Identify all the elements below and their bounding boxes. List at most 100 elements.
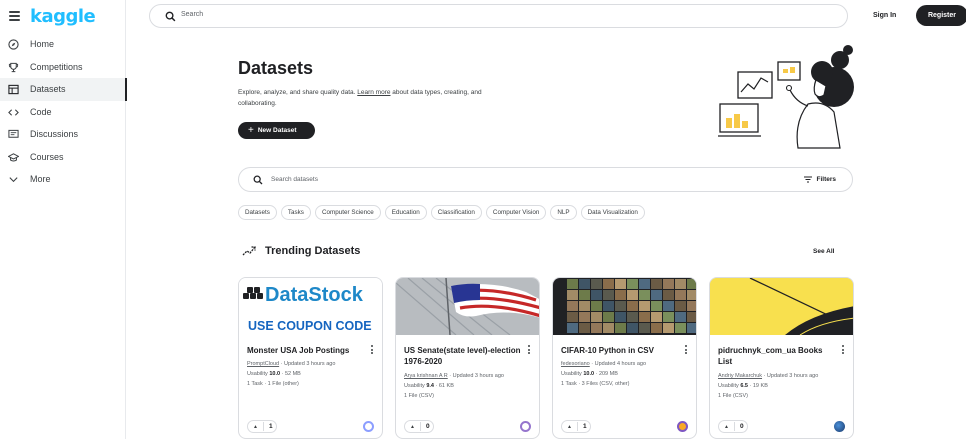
chip-computer-science[interactable]: Computer Science — [314, 205, 381, 220]
usability-score: 6.5 — [740, 383, 748, 389]
search-placeholder: Search — [181, 11, 204, 18]
vote-count: 1 — [268, 423, 273, 430]
table-icon — [8, 84, 19, 95]
cifar-tile — [579, 290, 590, 300]
chip-tasks[interactable]: Tasks — [280, 205, 311, 220]
sidebar-item-label: Discussions — [30, 129, 79, 140]
dataset-meta-usability: Usability 10.0 · 52 MB — [247, 371, 301, 377]
cifar-tile — [627, 290, 638, 300]
chip-nlp[interactable]: NLP — [550, 205, 577, 220]
dataset-size: 209 MB — [598, 371, 618, 377]
author-link[interactable]: Andriy Makarchuk — [718, 373, 762, 379]
dataset-title[interactable]: pidruchnyk_com_ua Books List — [718, 345, 838, 367]
cifar-tile — [591, 301, 602, 311]
dataset-card[interactable]: CIFAR-10 Python in CSV fedesoriano · Upd… — [552, 277, 697, 439]
author-link[interactable]: PromptCloud — [247, 361, 279, 367]
cifar-tile — [579, 301, 590, 311]
author-link[interactable]: fedesoriano — [561, 361, 590, 367]
us-flag-image — [396, 278, 539, 335]
medal-badge-icon — [520, 421, 531, 432]
cifar-tile — [591, 323, 602, 333]
more-options-icon[interactable] — [371, 345, 374, 354]
learn-more-link[interactable]: Learn more — [357, 89, 390, 96]
dataset-meta-usability: Usability 9.4 · 61 KB — [404, 383, 454, 389]
upvote-button[interactable]: ▲ 1 — [561, 420, 591, 433]
cifar-tile — [603, 279, 614, 289]
cifar-tile — [579, 323, 590, 333]
chip-computer-vision[interactable]: Computer Vision — [485, 205, 547, 220]
author-link[interactable]: Arya krishnan A R — [404, 373, 448, 379]
cifar-tile — [675, 323, 686, 333]
cifar-tile — [615, 290, 626, 300]
new-dataset-label: New Dataset — [257, 127, 297, 134]
hamburger-menu-icon[interactable] — [9, 11, 20, 21]
sidebar-item-competitions[interactable]: Competitions — [0, 56, 126, 79]
cifar-tile — [639, 312, 650, 322]
cifar-tile — [675, 290, 686, 300]
thumb-text-coupon: USE COUPON CODE — [248, 319, 372, 333]
more-options-icon[interactable] — [528, 345, 531, 354]
sidebar-item-label: Competitions — [30, 61, 83, 72]
cifar-tile — [627, 323, 638, 333]
cifar-tile — [675, 312, 686, 322]
cifar-tile — [639, 279, 650, 289]
sidebar-item-courses[interactable]: Courses — [0, 146, 126, 169]
updated-text: Updated 4 hours ago — [594, 361, 647, 367]
sidebar-item-home[interactable]: Home — [0, 33, 126, 56]
more-options-icon[interactable] — [842, 345, 845, 354]
dataset-search-input[interactable]: Search datasets Filters — [238, 167, 853, 192]
upvote-button[interactable]: ▲ 1 — [247, 420, 277, 433]
usability-score: 10.0 — [269, 371, 281, 377]
cifar-tile — [663, 279, 674, 289]
trophy-icon — [8, 62, 19, 72]
cifar-tile — [639, 290, 650, 300]
updated-text: Updated 3 hours ago — [452, 373, 504, 379]
trending-datasets-heading: Trending Datasets — [265, 245, 361, 257]
global-search-input[interactable]: Search — [149, 4, 848, 28]
upvote-arrow-icon: ▲ — [724, 423, 729, 430]
sidebar-item-label: Datasets — [30, 84, 66, 95]
chip-classification[interactable]: Classification — [430, 205, 482, 220]
chip-education[interactable]: Education — [384, 205, 427, 220]
cifar-tile — [651, 323, 662, 333]
dataset-meta-author: fedesoriano · Updated 4 hours ago — [561, 361, 647, 367]
see-all-link[interactable]: See All — [813, 248, 834, 255]
dataset-card[interactable]: US Senate(state level)-election 1976-202… — [395, 277, 540, 439]
sidebar-item-more[interactable]: More — [0, 168, 126, 191]
dataset-card[interactable]: pidruchnyk_com_ua Books List Andriy Maka… — [709, 277, 854, 439]
cifar-tile — [663, 312, 674, 322]
cifar-tile — [663, 290, 674, 300]
graduation-cap-icon — [8, 152, 19, 161]
sidebar-item-discussions[interactable]: Discussions — [0, 123, 126, 146]
dataset-title[interactable]: CIFAR-10 Python in CSV — [561, 345, 681, 356]
cifar-tile — [639, 323, 650, 333]
dataset-files: 1 Task · 1 File (other) — [247, 381, 299, 387]
sidebar-header: kaggle — [0, 0, 126, 34]
filters-button[interactable]: Filters — [804, 176, 836, 183]
upvote-arrow-icon: ▲ — [567, 423, 572, 430]
new-dataset-button[interactable]: + New Dataset — [238, 122, 315, 139]
cifar-tile — [687, 279, 696, 289]
kaggle-logo[interactable]: kaggle — [30, 6, 96, 27]
avatar — [834, 421, 845, 432]
dataset-card[interactable]: DataStock USE COUPON CODE Monster USA Jo… — [238, 277, 383, 439]
dataset-title[interactable]: Monster USA Job Postings — [247, 345, 367, 356]
more-options-icon[interactable] — [685, 345, 688, 354]
chip-data-visualization[interactable]: Data Visualization — [580, 205, 645, 220]
trending-icon — [242, 246, 256, 256]
kaggle-datasets-page: kaggle Home Competitions Datasets Code D… — [0, 0, 966, 439]
sidebar-item-code[interactable]: Code — [0, 101, 126, 124]
subtitle-text: Explore, analyze, and share quality data… — [238, 89, 358, 96]
cifar-tile — [603, 323, 614, 333]
vote-count: 1 — [582, 423, 587, 430]
medal-badge-icon — [363, 421, 374, 432]
sidebar-item-datasets[interactable]: Datasets — [0, 78, 127, 101]
compass-icon — [8, 39, 19, 50]
upvote-button[interactable]: ▲ 0 — [404, 420, 434, 433]
upvote-button[interactable]: ▲ 0 — [718, 420, 748, 433]
cifar-grid-image — [567, 279, 696, 333]
dataset-title[interactable]: US Senate(state level)-election 1976-202… — [404, 345, 524, 367]
register-button[interactable]: Register — [916, 5, 966, 26]
chip-datasets[interactable]: Datasets — [238, 205, 277, 220]
sign-in-button[interactable]: Sign In — [873, 12, 896, 19]
